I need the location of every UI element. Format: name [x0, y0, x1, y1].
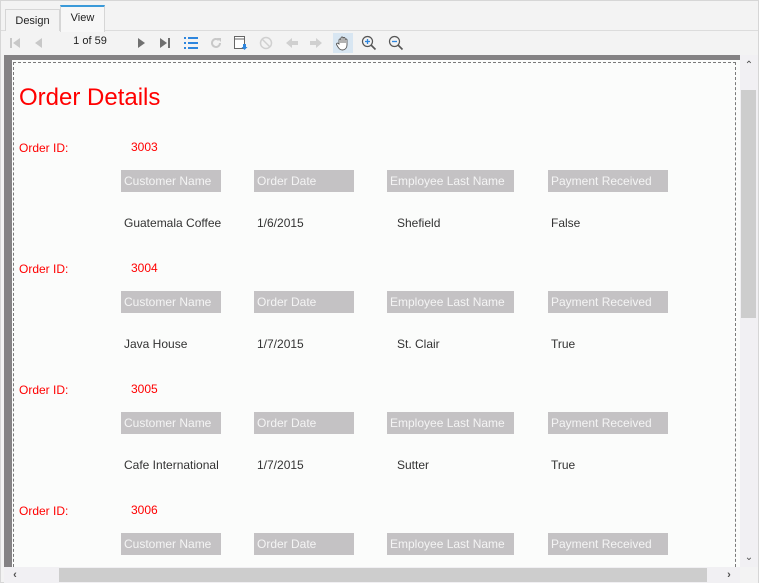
- scroll-up-icon[interactable]: ⌃: [740, 57, 758, 73]
- last-page-button[interactable]: [155, 33, 175, 53]
- report-page: Order Details Order ID: 3003 Customer Na…: [12, 60, 740, 567]
- column-header-employee-last-name: Employee Last Name: [387, 412, 514, 434]
- column-header-payment-received: Payment Received: [548, 170, 668, 192]
- page-indicator: 1 of 59: [73, 35, 107, 47]
- report-viewer-window: Design View 1 of 59 Order Details Order …: [0, 0, 759, 583]
- order-id-label: Order ID:: [19, 383, 69, 397]
- pan-tool-button[interactable]: [333, 33, 353, 53]
- toolbar: 1 of 59: [1, 31, 758, 55]
- scroll-left-icon[interactable]: ‹: [6, 567, 24, 583]
- next-page-icon: [138, 38, 145, 48]
- order-id-value: 3006: [131, 503, 158, 517]
- column-header-customer-name: Customer Name: [121, 170, 221, 192]
- column-header-order-date: Order Date: [254, 170, 354, 192]
- column-header-payment-received: Payment Received: [548, 412, 668, 434]
- tab-bar: Design View: [1, 1, 758, 32]
- export-icon: [234, 36, 248, 50]
- column-header-order-date: Order Date: [254, 291, 354, 313]
- zoom-out-button[interactable]: [386, 33, 406, 53]
- cell-customer-name: Java House: [124, 337, 188, 351]
- vertical-scroll-thumb[interactable]: [741, 90, 756, 318]
- order-id-label: Order ID:: [19, 504, 69, 518]
- forward-icon: [310, 38, 322, 48]
- first-page-icon: [10, 38, 20, 48]
- cell-payment-received: True: [551, 337, 576, 351]
- cell-employee-last-name: Shefield: [397, 216, 441, 230]
- cell-payment-received: False: [551, 216, 581, 230]
- scrollbar-corner: [740, 567, 758, 583]
- tab-view[interactable]: View: [60, 5, 105, 32]
- cell-employee-last-name: Sutter: [397, 458, 430, 472]
- refresh-button[interactable]: [206, 33, 226, 53]
- cell-order-date: 1/7/2015: [257, 458, 304, 472]
- vertical-scrollbar[interactable]: ⌃ ⌄: [740, 55, 758, 567]
- next-page-button[interactable]: [131, 33, 151, 53]
- refresh-icon: [211, 37, 221, 48]
- back-icon: [286, 38, 298, 48]
- stop-button[interactable]: [256, 33, 276, 53]
- horizontal-scroll-thumb[interactable]: [59, 568, 707, 582]
- column-header-employee-last-name: Employee Last Name: [387, 291, 514, 313]
- column-header-order-date: Order Date: [254, 533, 354, 555]
- order-id-value: 3005: [131, 382, 158, 396]
- cell-order-date: 1/6/2015: [257, 216, 304, 230]
- scroll-right-icon[interactable]: ›: [720, 567, 738, 583]
- cell-customer-name: Cafe International: [124, 458, 219, 472]
- forward-button[interactable]: [306, 33, 326, 53]
- previous-page-button[interactable]: [29, 33, 49, 53]
- zoom-out-icon: [388, 35, 404, 51]
- first-page-button[interactable]: [5, 33, 25, 53]
- zoom-in-button[interactable]: [359, 33, 379, 53]
- report-title: Order Details: [19, 84, 161, 111]
- column-header-customer-name: Customer Name: [121, 412, 221, 434]
- report-viewport[interactable]: Order Details Order ID: 3003 Customer Na…: [4, 55, 740, 567]
- column-header-payment-received: Payment Received: [548, 533, 668, 555]
- column-header-customer-name: Customer Name: [121, 291, 221, 313]
- toc-button[interactable]: [181, 33, 201, 53]
- export-button[interactable]: [231, 33, 251, 53]
- cell-payment-received: True: [551, 458, 576, 472]
- page-margin-outline: [13, 62, 736, 567]
- cell-employee-last-name: St. Clair: [397, 337, 440, 351]
- column-header-payment-received: Payment Received: [548, 291, 668, 313]
- previous-page-icon: [35, 38, 42, 48]
- column-header-employee-last-name: Employee Last Name: [387, 533, 514, 555]
- cell-customer-name: Guatemala Coffee: [124, 216, 222, 230]
- zoom-in-icon: [361, 35, 377, 51]
- stop-icon: [259, 36, 273, 50]
- scroll-down-icon[interactable]: ⌄: [740, 549, 758, 565]
- back-button[interactable]: [282, 33, 302, 53]
- order-id-value: 3003: [131, 140, 158, 154]
- order-id-value: 3004: [131, 261, 158, 275]
- tab-design[interactable]: Design: [5, 9, 60, 31]
- horizontal-scrollbar[interactable]: ‹ ›: [4, 567, 740, 583]
- cell-order-date: 1/7/2015: [257, 337, 304, 351]
- order-id-label: Order ID:: [19, 141, 69, 155]
- column-header-employee-last-name: Employee Last Name: [387, 170, 514, 192]
- hand-pan-icon: [336, 36, 348, 51]
- column-header-customer-name: Customer Name: [121, 533, 221, 555]
- order-id-label: Order ID:: [19, 262, 69, 276]
- column-header-order-date: Order Date: [254, 412, 354, 434]
- last-page-icon: [160, 38, 170, 48]
- toc-list-icon: [184, 37, 198, 49]
